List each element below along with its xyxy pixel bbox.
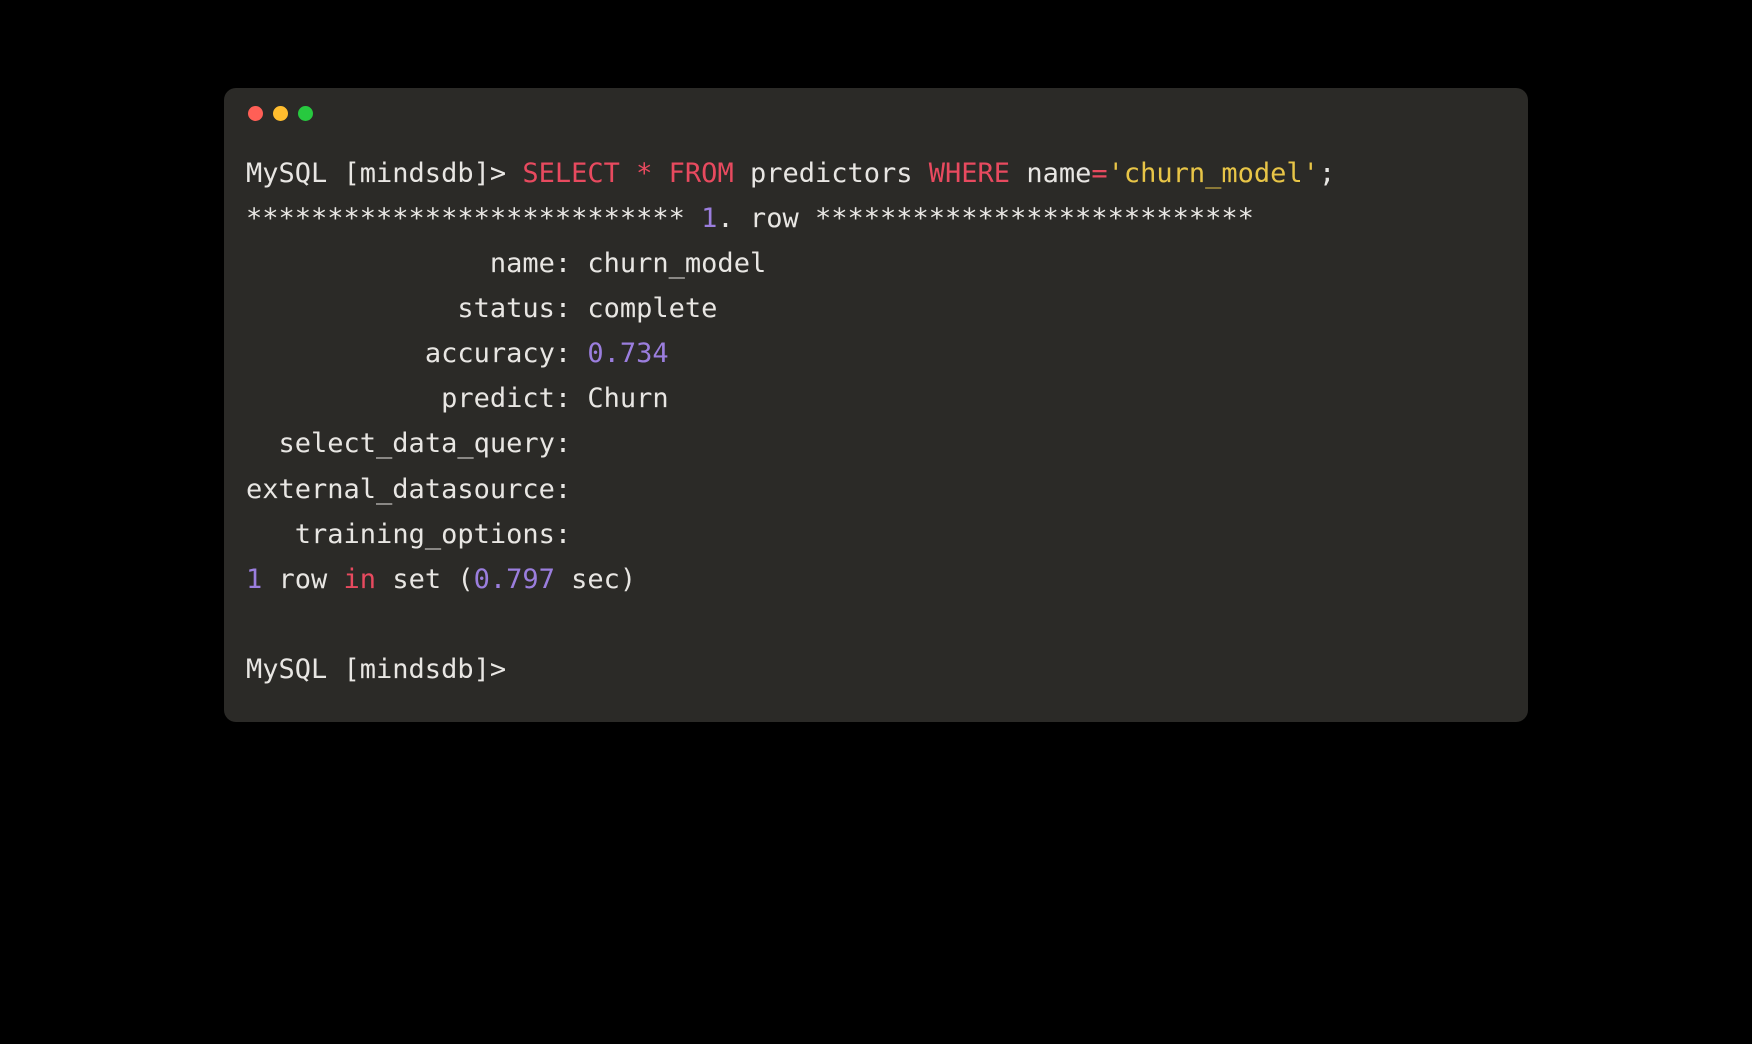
window-controls bbox=[246, 106, 1506, 121]
equals-operator: = bbox=[1091, 158, 1107, 189]
terminal-content[interactable]: MySQL [mindsdb]> SELECT * FROM predictor… bbox=[246, 151, 1506, 692]
row-count: 1 bbox=[246, 564, 262, 595]
field-label-predict: predict bbox=[441, 383, 555, 414]
mysql-prompt-2: MySQL [mindsdb]> bbox=[246, 654, 522, 685]
stars-right: *************************** bbox=[815, 203, 1254, 234]
field-name: name: churn_model bbox=[246, 241, 1506, 286]
row-word: . row bbox=[717, 203, 815, 234]
prompt-line-2: MySQL [mindsdb]> bbox=[246, 647, 1506, 692]
star-operator: * bbox=[620, 158, 669, 189]
row-number: 1 bbox=[701, 203, 717, 234]
maximize-button[interactable] bbox=[298, 106, 313, 121]
string-literal: 'churn_model' bbox=[1108, 158, 1319, 189]
row-word: row bbox=[262, 564, 343, 595]
terminal-window: MySQL [mindsdb]> SELECT * FROM predictor… bbox=[224, 88, 1528, 722]
prompt-line-1: MySQL [mindsdb]> SELECT * FROM predictor… bbox=[246, 151, 1506, 196]
stars-left: *************************** bbox=[246, 203, 701, 234]
result-summary: 1 row in set (0.797 sec) bbox=[246, 557, 1506, 602]
field-label-eds: external_datasource bbox=[246, 474, 555, 505]
semicolon: ; bbox=[1319, 158, 1335, 189]
select-keyword: SELECT bbox=[522, 158, 620, 189]
set-word: set bbox=[376, 564, 457, 595]
field-label-accuracy: accuracy bbox=[425, 338, 555, 369]
field-value-predict: Churn bbox=[587, 383, 668, 414]
blank-line bbox=[246, 602, 1506, 647]
field-label-sdq: select_data_query bbox=[279, 428, 555, 459]
where-keyword: WHERE bbox=[929, 158, 1010, 189]
field-value-status: complete bbox=[587, 293, 717, 324]
minimize-button[interactable] bbox=[273, 106, 288, 121]
field-predict: predict: Churn bbox=[246, 376, 1506, 421]
row-separator: *************************** 1. row *****… bbox=[246, 196, 1506, 241]
field-label-to: training_options bbox=[295, 519, 555, 550]
field-value-accuracy: 0.734 bbox=[587, 338, 668, 369]
from-keyword: FROM bbox=[669, 158, 734, 189]
close-button[interactable] bbox=[248, 106, 263, 121]
field-external-datasource: external_datasource: bbox=[246, 467, 1506, 512]
field-value-name: churn_model bbox=[587, 248, 766, 279]
field-label-status: status bbox=[457, 293, 555, 324]
in-keyword: in bbox=[344, 564, 377, 595]
sec: sec) bbox=[555, 564, 636, 595]
lparen: ( bbox=[457, 564, 473, 595]
field-label-name: name bbox=[490, 248, 555, 279]
field-training-options: training_options: bbox=[246, 512, 1506, 557]
query-time: 0.797 bbox=[474, 564, 555, 595]
field-status: status: complete bbox=[246, 286, 1506, 331]
table-name: predictors bbox=[734, 158, 929, 189]
mysql-prompt: MySQL [mindsdb]> bbox=[246, 158, 522, 189]
field-accuracy: accuracy: 0.734 bbox=[246, 331, 1506, 376]
column-name: name bbox=[1010, 158, 1091, 189]
field-select-data-query: select_data_query: bbox=[246, 421, 1506, 466]
